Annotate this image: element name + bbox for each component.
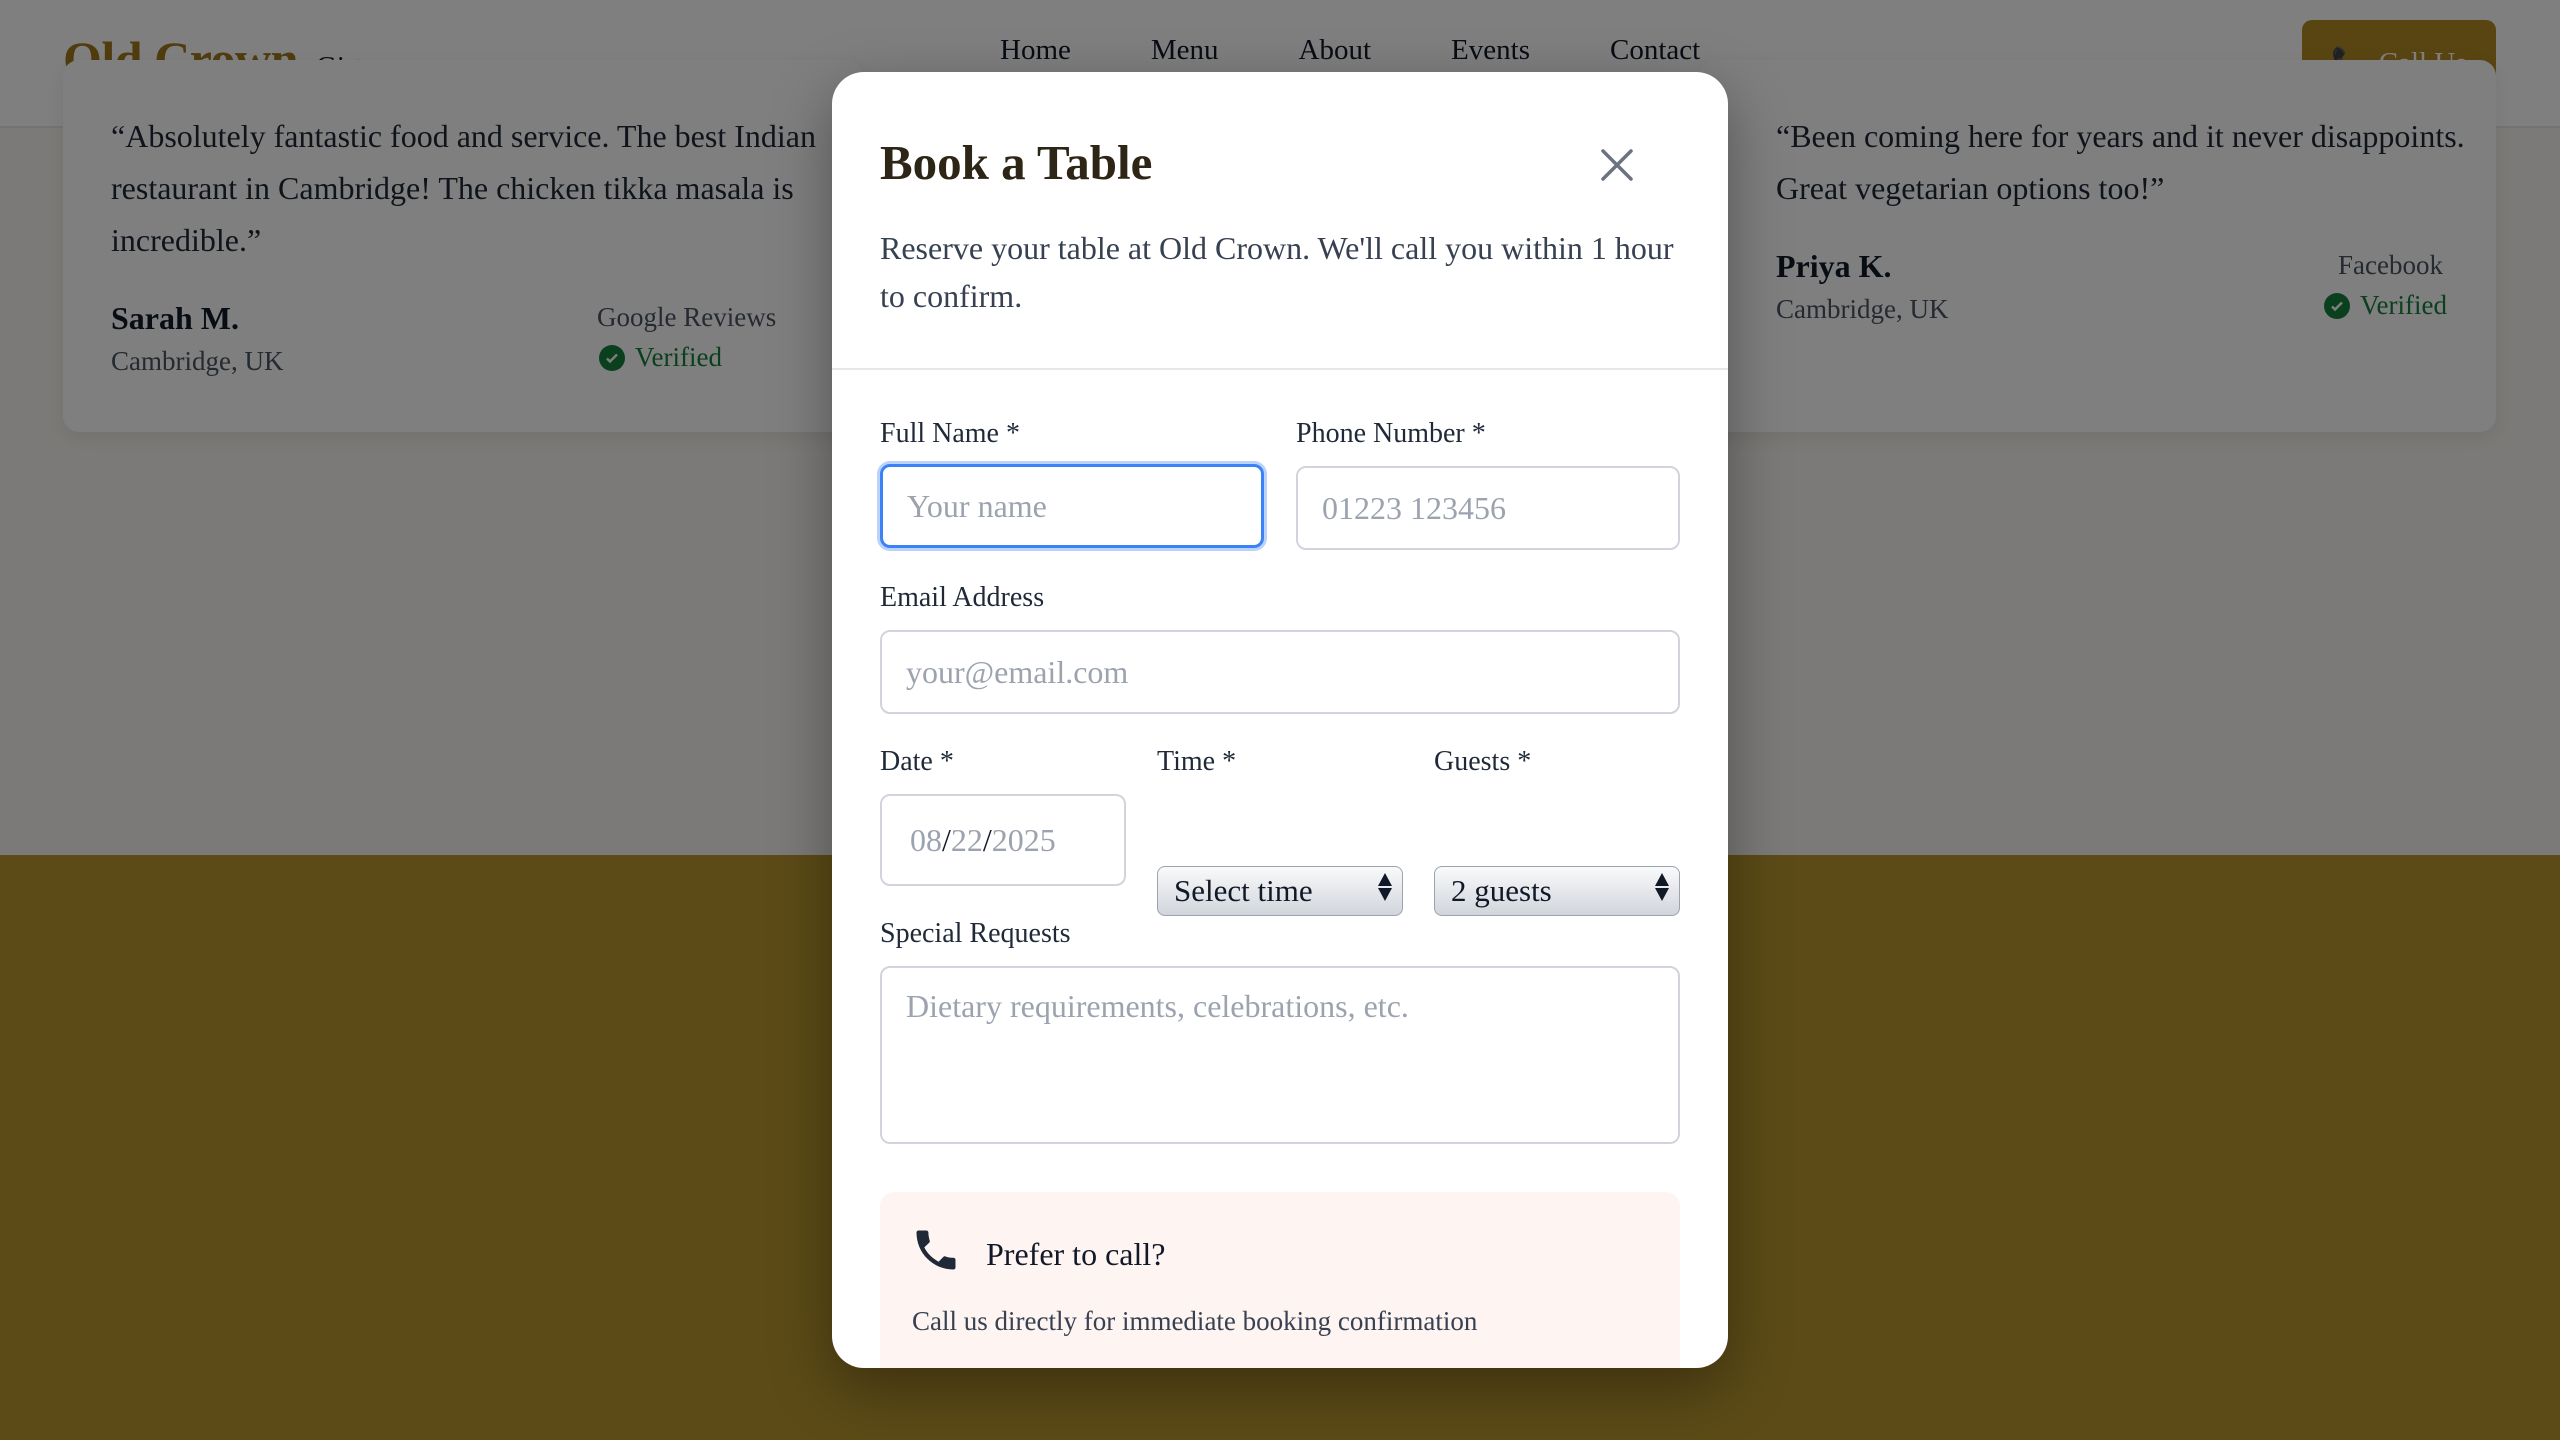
close-icon <box>1601 149 1633 181</box>
date-separator: / <box>942 821 951 858</box>
phone-input[interactable] <box>1296 466 1680 550</box>
time-select-value: Select time <box>1174 873 1313 908</box>
modal-header: Book a Table Reserve your table at Old C… <box>832 72 1728 370</box>
prefer-to-call-box: Prefer to call? Call us directly for imm… <box>880 1192 1680 1368</box>
date-input[interactable]: 08/22/2025 <box>880 794 1126 886</box>
close-button[interactable] <box>1592 140 1642 190</box>
email-label: Email Address <box>880 582 1045 613</box>
modal-title: Book a Table <box>880 135 1153 190</box>
date-day: 22 <box>950 821 983 858</box>
date-separator: / <box>982 821 992 858</box>
select-arrows-icon <box>1378 873 1392 901</box>
special-requests-label: Special Requests <box>880 918 1071 949</box>
guests-select-value: 2 guests <box>1451 873 1552 908</box>
full-name-input[interactable] <box>880 464 1264 548</box>
phone-label: Phone Number * <box>1296 418 1486 449</box>
special-requests-textarea[interactable] <box>880 966 1680 1144</box>
time-label: Time * <box>1157 746 1237 777</box>
date-label: Date * <box>880 746 954 777</box>
modal-description: Reserve your table at Old Crown. We'll c… <box>880 230 1674 314</box>
date-month: 08 <box>910 821 942 858</box>
select-arrows-icon <box>1655 873 1669 901</box>
booking-modal: Book a Table Reserve your table at Old C… <box>832 72 1728 1368</box>
date-year: 2025 <box>991 821 1056 858</box>
full-name-label: Full Name * <box>880 418 1020 449</box>
email-input[interactable] <box>880 630 1680 714</box>
time-select[interactable]: Select time <box>1157 866 1403 916</box>
prefer-to-call-title: Prefer to call? <box>986 1236 1166 1272</box>
guests-select[interactable]: 2 guests <box>1434 866 1680 916</box>
phone-icon <box>910 1224 962 1281</box>
prefer-to-call-subtitle: Call us directly for immediate booking c… <box>912 1306 1478 1336</box>
guests-label: Guests * <box>1434 746 1532 777</box>
